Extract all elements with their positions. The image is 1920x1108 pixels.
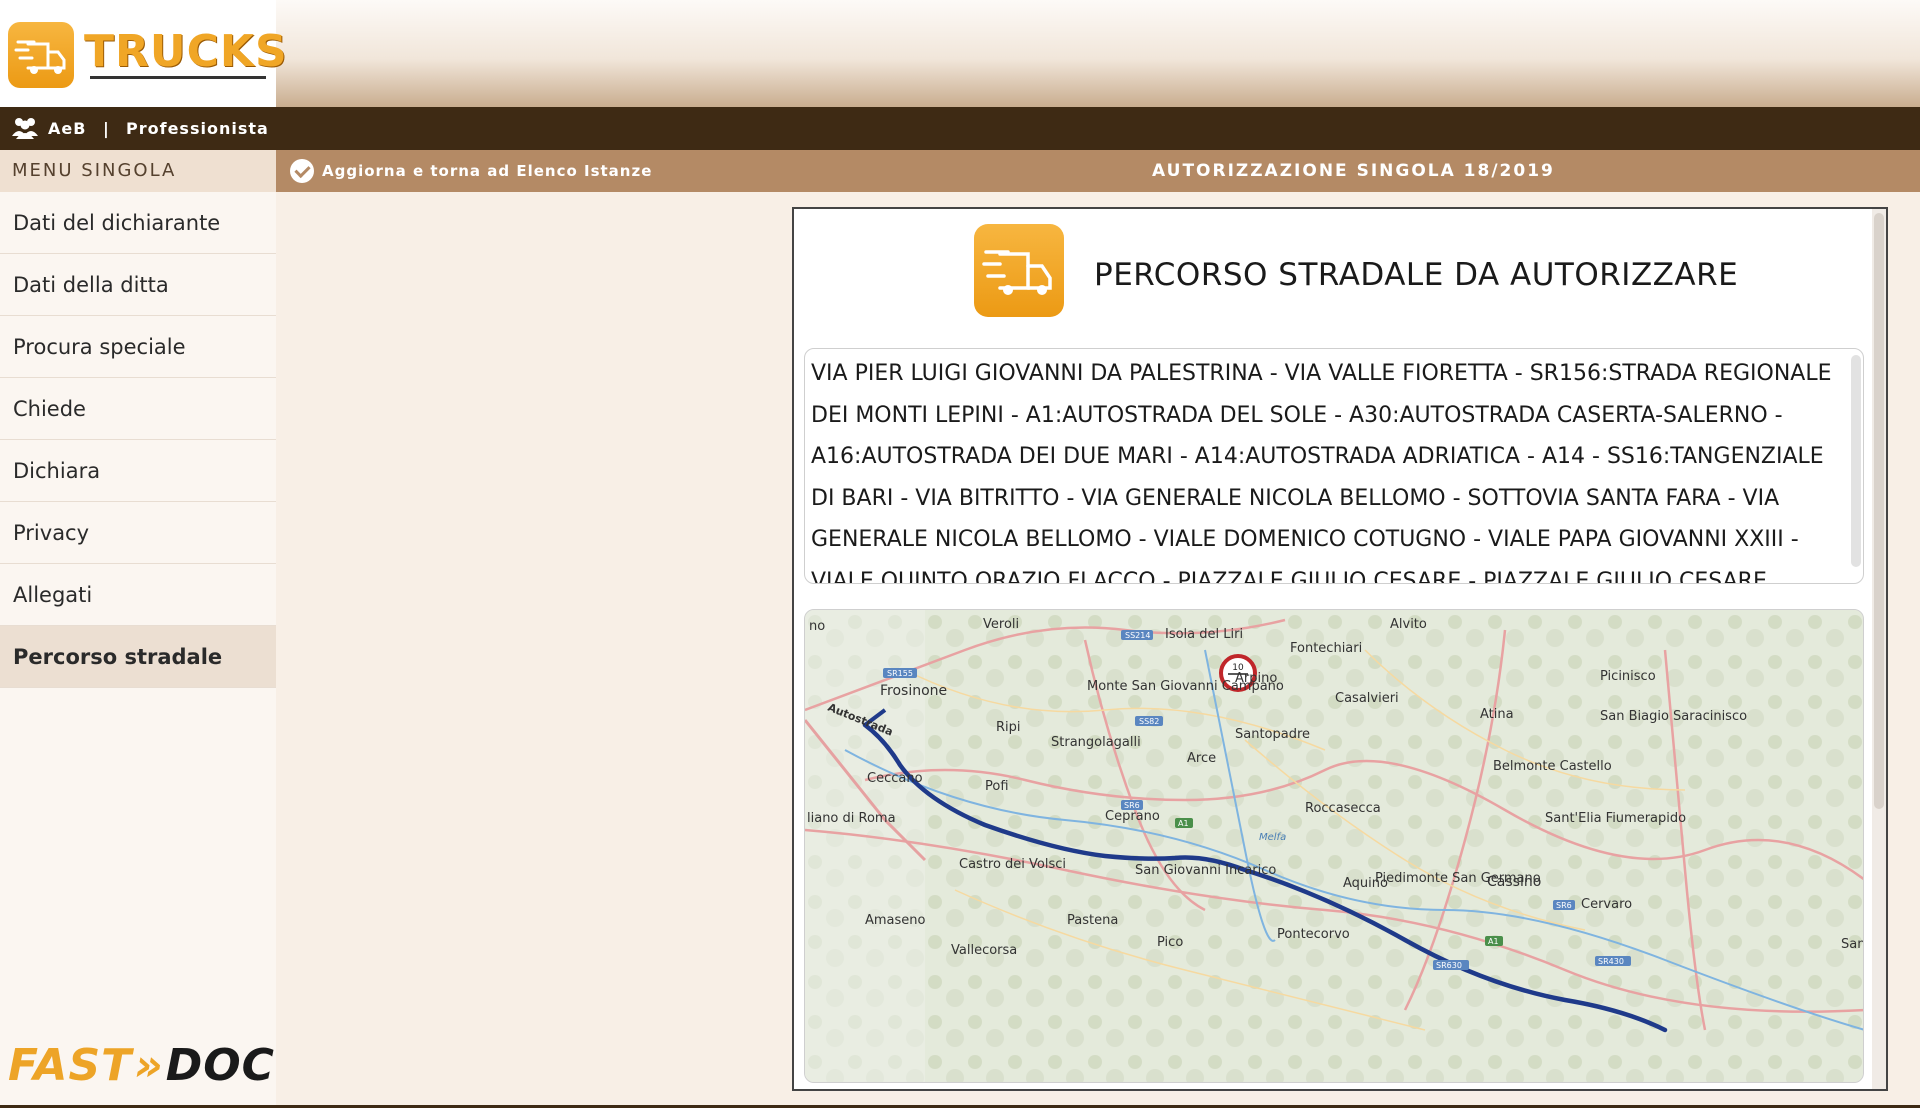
svg-text:Cervaro: Cervaro	[1581, 897, 1632, 912]
logo-underline	[90, 76, 266, 79]
svg-text:Fontechiari: Fontechiari	[1290, 641, 1362, 656]
sidebar-item-dati-dichiarante[interactable]: Dati del dichiarante	[0, 192, 276, 254]
svg-text:Castro dei Volsci: Castro dei Volsci	[959, 857, 1066, 872]
user-role: Professionista	[126, 119, 269, 138]
logo[interactable]: TRUCKS	[0, 0, 287, 107]
route-text-area[interactable]: VIA PIER LUIGI GIOVANNI DA PALESTRINA - …	[804, 348, 1864, 584]
update-and-return-button[interactable]: Aggiorna e torna ad Elenco Istanze	[290, 159, 652, 183]
svg-text:Aquino: Aquino	[1343, 876, 1388, 891]
svg-text:Roccasecca: Roccasecca	[1305, 801, 1381, 816]
svg-text:Atina: Atina	[1480, 707, 1514, 722]
route-panel: PERCORSO STRADALE DA AUTORIZZARE VIA PIE…	[792, 207, 1888, 1091]
svg-text:Ripi: Ripi	[996, 720, 1021, 735]
sidebar-item-dichiara[interactable]: Dichiara	[0, 440, 276, 502]
svg-text:San Biagio Saracinisco: San Biagio Saracinisco	[1600, 709, 1747, 724]
svg-text:Arce: Arce	[1187, 751, 1216, 766]
svg-text:A1: A1	[1488, 937, 1499, 946]
user-bar: AeB | Professionista	[0, 107, 1920, 150]
chevron-right-icon: »	[134, 1040, 164, 1091]
route-text: VIA PIER LUIGI GIOVANNI DA PALESTRINA - …	[811, 361, 1832, 584]
app-name: TRUCKS	[84, 26, 288, 77]
fastdoc-logo-fast: FAST	[8, 1040, 133, 1091]
fastdoc-logo: FAST » DOC	[8, 1040, 275, 1091]
svg-text:Picinisco: Picinisco	[1600, 669, 1656, 684]
svg-text:Cassino: Cassino	[1487, 874, 1541, 890]
svg-text:SS214: SS214	[1125, 631, 1150, 640]
section-title: PERCORSO STRADALE DA AUTORIZZARE	[1094, 257, 1739, 293]
svg-text:Alvito: Alvito	[1390, 617, 1427, 632]
svg-text:Sant'Elia Fiumerapido: Sant'Elia Fiumerapido	[1545, 811, 1686, 826]
svg-text:Strangolagalli: Strangolagalli	[1051, 735, 1141, 750]
sidebar-item-percorso-stradale[interactable]: Percorso stradale	[0, 626, 276, 688]
svg-text:Arpino: Arpino	[1235, 671, 1277, 686]
route-map[interactable]: 10 no Veroli Isola del Liri Alvito Fonte…	[804, 609, 1864, 1083]
sidebar: MENU SINGOLA Dati del dichiarante Dati d…	[0, 150, 276, 1105]
svg-text:Frosinone: Frosinone	[880, 683, 947, 699]
svg-text:San: San	[1841, 937, 1864, 952]
update-label: Aggiorna e torna ad Elenco Istanze	[322, 162, 653, 180]
route-text-scrollbar[interactable]	[1851, 355, 1861, 567]
toolbar: Aggiorna e torna ad Elenco Istanze AUTOR…	[276, 150, 1920, 192]
map-canvas[interactable]: 10 no Veroli Isola del Liri Alvito Fonte…	[805, 610, 1864, 1083]
page-title: AUTORIZZAZIONE SINGOLA 18/2019	[1152, 161, 1555, 181]
truck-section-icon	[974, 224, 1064, 317]
sidebar-item-allegati[interactable]: Allegati	[0, 564, 276, 626]
svg-text:no: no	[809, 619, 825, 634]
svg-text:Pontecorvo: Pontecorvo	[1277, 927, 1350, 942]
sidebar-item-dati-ditta[interactable]: Dati della ditta	[0, 254, 276, 316]
svg-text:Vallecorsa: Vallecorsa	[951, 943, 1017, 958]
svg-text:SR6: SR6	[1556, 901, 1572, 910]
main-content: PERCORSO STRADALE DA AUTORIZZARE VIA PIE…	[276, 192, 1920, 1105]
svg-text:SR6: SR6	[1124, 801, 1140, 810]
sidebar-item-procura-speciale[interactable]: Procura speciale	[0, 316, 276, 378]
panel-scrollbar-thumb[interactable]	[1874, 213, 1884, 809]
svg-text:SR155: SR155	[887, 669, 913, 678]
svg-text:Melfa: Melfa	[1259, 832, 1286, 843]
user-name: AeB	[48, 119, 87, 138]
svg-text:Veroli: Veroli	[983, 617, 1019, 632]
panel-scrollbar[interactable]	[1872, 209, 1886, 1089]
svg-text:A1: A1	[1178, 819, 1189, 828]
svg-text:Isola del Liri: Isola del Liri	[1165, 627, 1243, 642]
user-separator: |	[103, 119, 109, 138]
svg-text:SS82: SS82	[1139, 717, 1159, 726]
users-icon	[12, 118, 38, 139]
svg-text:Pastena: Pastena	[1067, 913, 1118, 928]
svg-text:Casalvieri: Casalvieri	[1335, 691, 1399, 706]
truck-logo-icon	[8, 22, 74, 88]
svg-text:Ceprano: Ceprano	[1105, 809, 1160, 824]
menu-header: MENU SINGOLA	[0, 150, 276, 192]
sidebar-item-privacy[interactable]: Privacy	[0, 502, 276, 564]
svg-text:SR430: SR430	[1598, 957, 1624, 966]
fastdoc-logo-doc: DOC	[165, 1040, 275, 1091]
app-header: TRUCKS	[0, 0, 1920, 107]
sidebar-item-chiede[interactable]: Chiede	[0, 378, 276, 440]
svg-text:Amaseno: Amaseno	[865, 913, 926, 928]
svg-text:liano di Roma: liano di Roma	[807, 811, 896, 826]
svg-text:Pico: Pico	[1157, 935, 1183, 950]
svg-text:SR630: SR630	[1436, 961, 1462, 970]
svg-text:San Giovanni Incarico: San Giovanni Incarico	[1135, 863, 1276, 878]
svg-text:Santopadre: Santopadre	[1235, 727, 1310, 742]
svg-text:Ceccano: Ceccano	[867, 771, 923, 786]
svg-text:Belmonte Castello: Belmonte Castello	[1493, 759, 1612, 774]
svg-text:Pofi: Pofi	[985, 779, 1009, 794]
check-circle-icon	[290, 159, 314, 183]
